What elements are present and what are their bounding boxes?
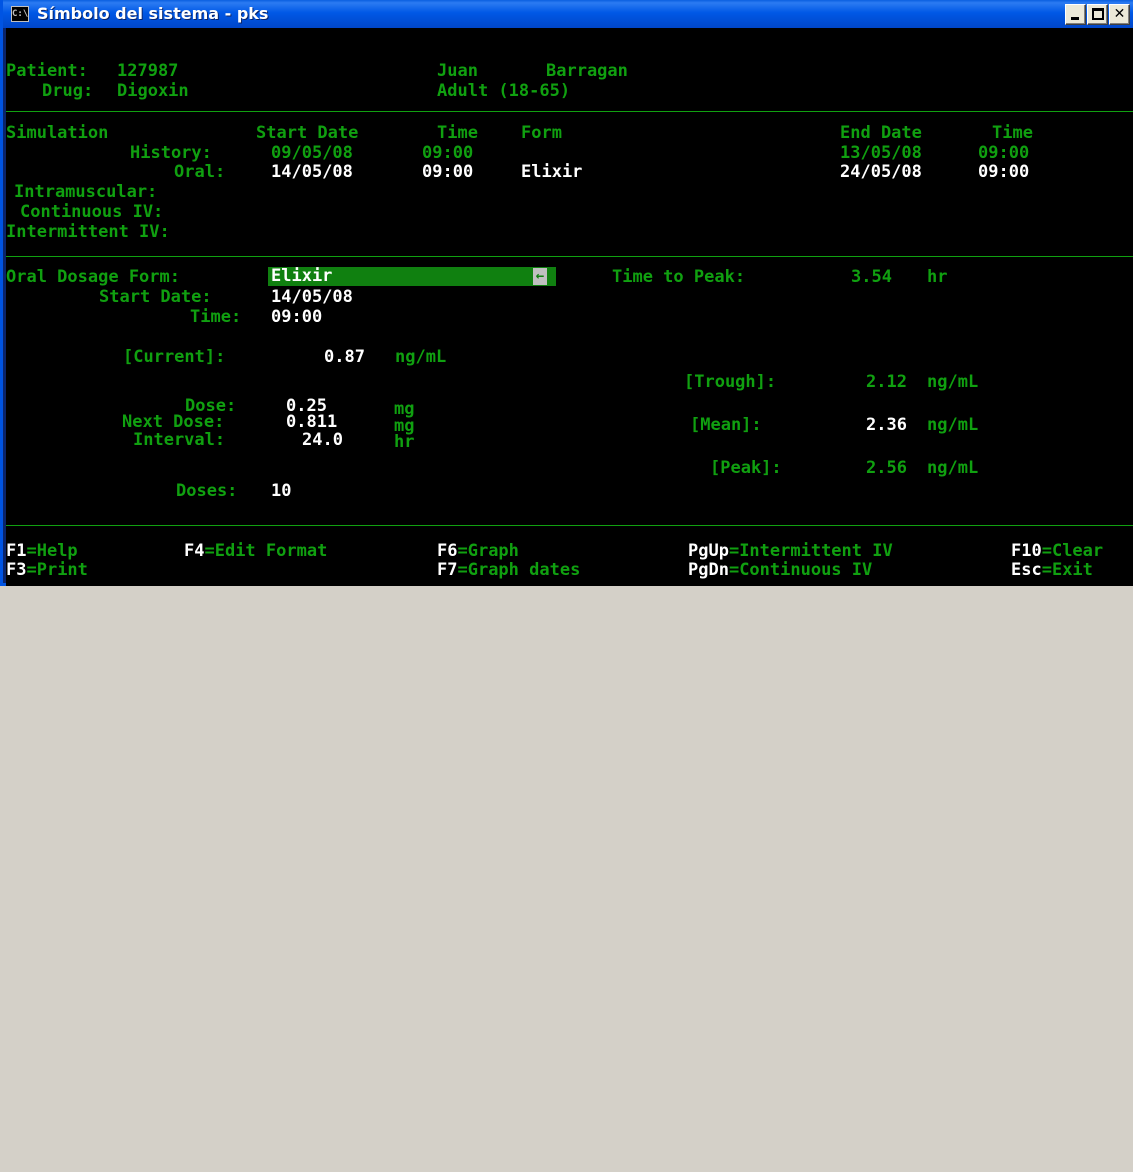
history-label: History:	[130, 143, 212, 163]
f7-graph-dates-key[interactable]: F7=Graph dates	[437, 561, 580, 579]
key-label: PgDn	[688, 560, 729, 580]
time-value[interactable]: 09:00	[271, 308, 322, 326]
f3-print-key[interactable]: F3=Print	[6, 561, 88, 579]
divider	[6, 256, 1133, 257]
intramuscular-label: Intramuscular:	[14, 182, 158, 202]
f4-edit-format-key[interactable]: F4=Edit Format	[184, 542, 327, 560]
start-date-value[interactable]: 14/05/08	[271, 288, 353, 306]
history-start-date: 09/05/08	[271, 143, 353, 163]
minimize-icon	[1071, 17, 1079, 20]
interval-label: Interval:	[133, 430, 226, 450]
current-value: 0.87	[324, 347, 365, 367]
key-action: =Graph dates	[457, 560, 581, 580]
dosage-form-value: Elixir	[271, 266, 333, 286]
close-button[interactable]: ✕	[1109, 4, 1130, 25]
key-action: =Exit	[1041, 560, 1093, 580]
key-label: F7	[437, 560, 458, 580]
key-label: F6	[437, 541, 458, 561]
f10-clear-key[interactable]: F10=Clear	[1011, 542, 1103, 560]
peak-unit: ng/mL	[927, 458, 979, 478]
current-label: [Current]:	[123, 347, 226, 367]
oral-end-date: 24/05/08	[840, 162, 922, 182]
current-unit: ng/mL	[395, 347, 447, 367]
intermittent-iv-label: Intermittent IV:	[6, 222, 170, 242]
simulation-header: Simulation	[6, 123, 109, 143]
end-time-header: Time	[992, 123, 1033, 143]
mean-unit: ng/mL	[927, 415, 979, 435]
mean-value: 2.36	[866, 415, 907, 435]
next-dose-label: Next Dose:	[122, 412, 225, 432]
peak-label: [Peak]:	[710, 458, 782, 478]
drug-name: Digoxin	[117, 81, 189, 101]
doses-label: Doses:	[176, 481, 238, 501]
console-screen: Patient: 127987 Drug: Digoxin Juan Barra…	[6, 28, 1133, 586]
trough-label: [Trough]:	[684, 372, 777, 392]
patient-first-name: Juan	[437, 61, 478, 81]
trough-value: 2.12	[866, 372, 907, 392]
interval-value[interactable]: 24.0	[302, 431, 343, 449]
console-icon[interactable]: C:\	[11, 6, 29, 22]
oral-end-time: 09:00	[978, 162, 1030, 182]
time-to-peak-label: Time to Peak:	[612, 267, 746, 287]
time-to-peak-value: 3.54	[851, 267, 892, 287]
history-end-date: 13/05/08	[840, 143, 922, 163]
window-title: Símbolo del sistema - pks	[37, 4, 269, 23]
key-label: F10	[1011, 541, 1042, 561]
patient-label: Patient:	[6, 61, 88, 81]
pgup-intermittent-iv-key[interactable]: PgUp=Intermittent IV	[688, 542, 893, 560]
maximize-button[interactable]	[1087, 4, 1108, 25]
oral-start-date: 14/05/08	[271, 162, 353, 182]
trough-unit: ng/mL	[927, 372, 979, 392]
mean-label: [Mean]:	[690, 415, 762, 435]
end-date-header: End Date	[840, 123, 922, 143]
time-label: Time:	[190, 307, 242, 327]
key-action: =Edit Format	[204, 541, 328, 561]
start-date-header: Start Date	[256, 123, 359, 143]
history-end-time: 09:00	[978, 143, 1030, 163]
key-action: =Continuous IV	[728, 560, 873, 580]
oral-label: Oral:	[174, 162, 226, 182]
interval-unit: hr	[394, 432, 415, 452]
key-action: =Print	[26, 560, 88, 580]
minimize-button[interactable]	[1065, 4, 1086, 25]
pgdn-continuous-iv-key[interactable]: PgDn=Continuous IV	[688, 561, 872, 579]
next-dose-value: 0.811	[286, 412, 338, 432]
form-header: Form	[521, 123, 562, 143]
key-action: =Intermittent IV	[728, 541, 893, 561]
maximize-icon	[1092, 8, 1104, 20]
title-bar[interactable]: C:\ Símbolo del sistema - pks ✕	[3, 0, 1133, 28]
oral-form: Elixir	[521, 162, 583, 182]
console-window: C:\ Símbolo del sistema - pks ✕ Patient:…	[0, 0, 1133, 586]
key-label: F3	[6, 560, 27, 580]
start-date-label: Start Date:	[99, 287, 212, 307]
f1-help-key[interactable]: F1=Help	[6, 542, 78, 560]
key-action: =Help	[26, 541, 78, 561]
divider	[6, 525, 1133, 526]
key-label: Esc	[1011, 560, 1042, 580]
drug-label: Drug:	[42, 81, 94, 101]
key-label: F4	[184, 541, 205, 561]
patient-id: 127987	[117, 61, 179, 81]
oral-time: 09:00	[422, 162, 474, 182]
continuous-iv-label: Continuous IV:	[20, 202, 164, 222]
divider	[6, 111, 1133, 112]
esc-exit-key[interactable]: Esc=Exit	[1011, 561, 1093, 579]
f6-graph-key[interactable]: F6=Graph	[437, 542, 519, 560]
history-time: 09:00	[422, 143, 474, 163]
key-label: F1	[6, 541, 27, 561]
oral-dosage-form-label: Oral Dosage Form:	[6, 267, 180, 287]
left-arrow-icon: ←	[533, 268, 547, 285]
close-icon: ✕	[1113, 6, 1126, 22]
key-action: =Graph	[457, 541, 519, 561]
key-label: PgUp	[688, 541, 729, 561]
doses-value[interactable]: 10	[271, 482, 291, 500]
time-to-peak-unit: hr	[927, 267, 948, 287]
peak-value: 2.56	[866, 458, 907, 478]
patient-last-name: Barragan	[546, 61, 628, 81]
age-group: Adult (18-65)	[437, 81, 571, 101]
time-header: Time	[437, 123, 478, 143]
dosage-form-field[interactable]: Elixir ←	[268, 267, 556, 286]
key-action: =Clear	[1041, 541, 1104, 561]
